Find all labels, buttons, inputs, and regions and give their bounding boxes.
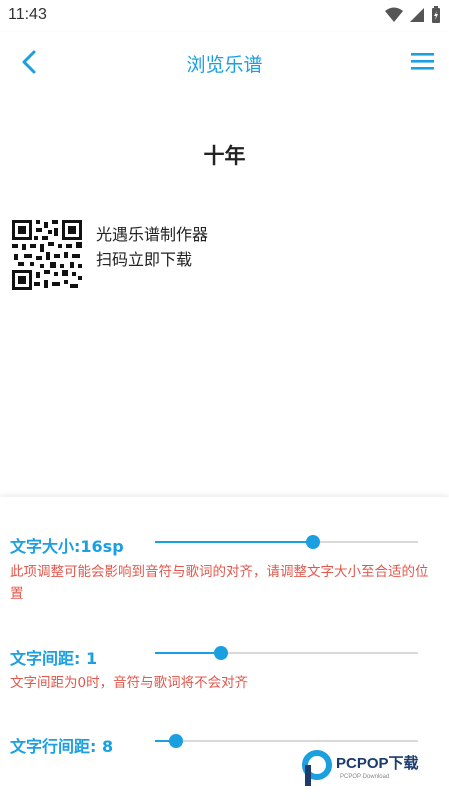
slider-thumb[interactable] [305,535,320,549]
slider-fill [155,652,221,654]
menu-button[interactable] [409,50,437,74]
battery-icon [432,6,440,23]
text-size-note: 此项调整可能会影响到音符与歌词的对齐，请调整文字大小至合适的位置 [10,564,429,602]
promo-line-download: 扫码立即下载 [96,250,193,269]
slider-track [155,740,418,742]
text-size-slider[interactable] [155,532,418,552]
song-title: 十年 [203,144,246,168]
slider-fill [155,541,313,543]
line-spacing-label: 文字行间距: 8 [10,737,114,756]
status-time: 11:43 [8,6,47,23]
watermark: PCPOP下载 PCPOP Download [302,748,442,788]
signal-icon [410,8,424,22]
text-spacing-note: 文字间距为0时，音符与歌词将不会对齐 [10,675,249,691]
page-title: 浏览乐谱 [186,54,263,76]
status-bar: 11:43 [0,0,449,32]
text-spacing-label: 文字间距: 1 [10,649,98,668]
slider-thumb[interactable] [169,734,184,748]
watermark-brand: PCPOP下载 [336,755,419,772]
text-spacing-slider[interactable] [155,643,418,663]
text-size-label: 文字大小:16sp [10,537,124,556]
watermark-subtitle: PCPOP Download [340,774,390,780]
sheet-content: 十年 光遇乐谱制作器 扫码立即下载 [0,92,449,497]
promo-text: 光遇乐谱制作器 扫码立即下载 [96,222,208,272]
pcpop-logo-icon [302,750,332,786]
slider-thumb[interactable] [213,646,228,660]
status-icons [385,6,441,24]
hamburger-menu-icon [411,53,434,70]
promo-line-app-name: 光遇乐谱制作器 [96,225,209,244]
app-bar: 浏览乐谱 [0,32,449,92]
qr-code-icon [12,220,82,290]
wifi-icon [385,7,403,22]
